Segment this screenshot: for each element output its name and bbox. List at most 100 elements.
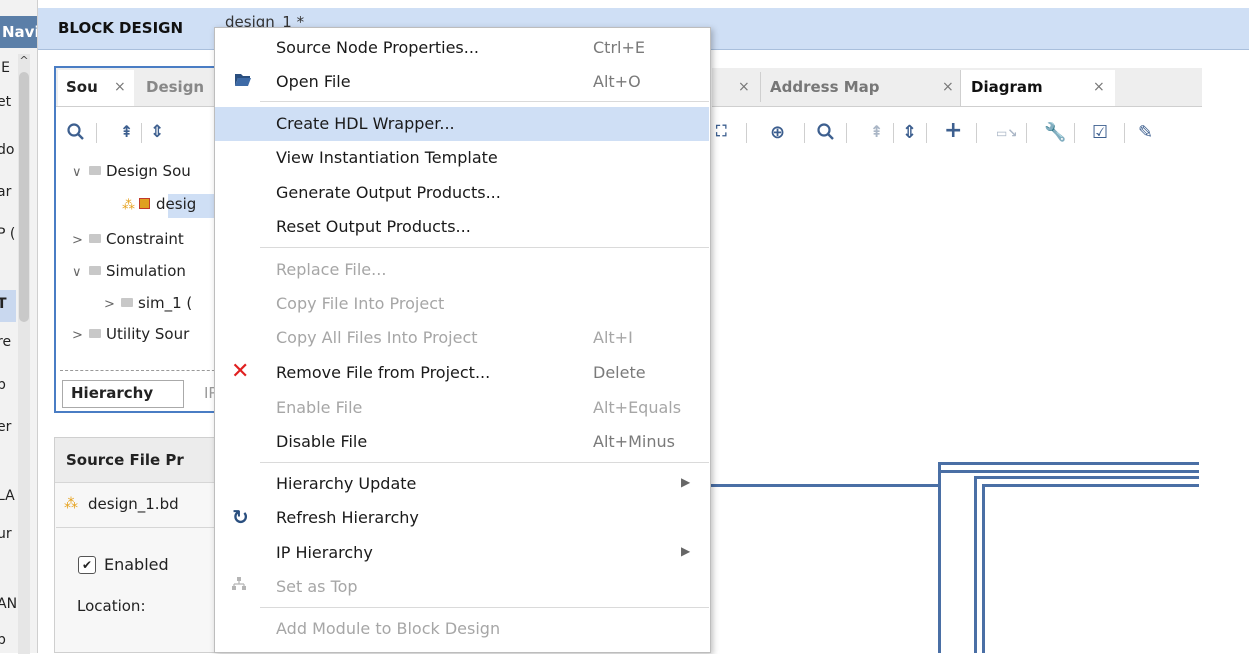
menu-separator: [260, 607, 709, 608]
divider: [56, 527, 227, 528]
menu-item-create-hdl-wrapper[interactable]: Create HDL Wrapper...: [215, 107, 709, 141]
remove-x-icon: ✕: [231, 359, 250, 384]
expand-all-icon[interactable]: ⇕: [150, 122, 164, 142]
menu-item-label: Reset Output Products...: [276, 217, 471, 236]
menu-item-hierarchy-update[interactable]: Hierarchy Update ▶: [215, 467, 709, 501]
menu-item-ip-hierarchy[interactable]: IP Hierarchy ▶: [215, 536, 709, 570]
menu-item-label: Create HDL Wrapper...: [276, 114, 455, 133]
add-ip-icon[interactable]: +: [944, 118, 962, 143]
toolbar-separator: [746, 123, 747, 143]
validate-design-icon[interactable]: ☑: [1092, 122, 1108, 143]
diagram-net-wire[interactable]: [974, 476, 1199, 479]
tab-close-icon[interactable]: ×: [1093, 79, 1105, 95]
menu-item-copy-file-into-project[interactable]: Copy File Into Project: [215, 287, 709, 321]
toolbar-separator: [926, 123, 927, 143]
tree-item-label: desig: [156, 195, 197, 213]
folder-open-icon: [234, 71, 252, 92]
toolbar-separator: [804, 123, 805, 143]
chevron-right-icon[interactable]: >: [104, 297, 118, 312]
menu-item-label: Copy File Into Project: [276, 294, 445, 313]
tab-address-map[interactable]: Address Map: [770, 78, 880, 96]
folder-icon: [121, 298, 133, 307]
tab-close-icon[interactable]: ×: [738, 79, 750, 95]
menu-separator: [260, 247, 709, 248]
diagram-net-wire[interactable]: [982, 484, 985, 653]
menu-item-label: Set as Top: [276, 577, 358, 596]
menu-item-add-module-to-block-design[interactable]: Add Module to Block Design: [215, 612, 709, 646]
scroll-up-arrow-icon[interactable]: ^: [19, 54, 29, 68]
zoom-search-icon[interactable]: [816, 122, 836, 147]
menu-item-enable-file[interactable]: Enable File Alt+Equals: [215, 391, 709, 425]
tree-item-label: sim_1 (: [138, 294, 193, 312]
menu-item-source-node-properties[interactable]: Source Node Properties... Ctrl+E: [215, 31, 709, 65]
submenu-arrow-icon: ▶: [681, 475, 691, 489]
chevron-right-icon[interactable]: >: [72, 328, 86, 343]
refresh-icon: ↻: [232, 505, 249, 529]
menu-item-disable-file[interactable]: Disable File Alt+Minus: [215, 425, 709, 459]
block-design-title: BLOCK DESIGN: [58, 19, 184, 37]
tab-hierarchy-label[interactable]: Hierarchy: [71, 384, 153, 402]
menu-item-shortcut: Delete: [593, 363, 646, 382]
tab-separator: [760, 72, 761, 102]
menu-item-reset-output-products[interactable]: Reset Output Products...: [215, 210, 709, 244]
tree-item-label: Utility Sour: [106, 325, 190, 343]
folder-icon: [89, 329, 101, 338]
chevron-right-icon[interactable]: >: [72, 233, 86, 248]
menu-item-label: Enable File: [276, 398, 363, 417]
tab-sources-label[interactable]: Sou: [66, 78, 98, 96]
add-port-icon[interactable]: ▭↘: [996, 126, 1017, 140]
folder-icon: [89, 266, 101, 275]
tree-item-simulation-sources[interactable]: ∨ Simulation: [72, 262, 186, 280]
diagram-net-wire[interactable]: [974, 476, 977, 653]
target-icon[interactable]: ⊕: [770, 122, 785, 143]
chevron-down-icon[interactable]: ∨: [72, 265, 86, 280]
menu-item-refresh-hierarchy[interactable]: ↻ Refresh Hierarchy: [215, 501, 709, 535]
expand-all-icon[interactable]: ⇕: [902, 122, 917, 143]
menu-item-label: Replace File...: [276, 260, 387, 279]
tab-close-icon[interactable]: ×: [942, 79, 954, 95]
folder-icon: [89, 166, 101, 175]
tree-item-design-1[interactable]: ⁂ desig: [122, 195, 196, 213]
menu-item-label: Hierarchy Update: [276, 474, 417, 493]
fit-selection-icon[interactable]: ⛶: [716, 122, 727, 140]
wrench-icon[interactable]: 🔧: [1044, 122, 1066, 143]
enabled-checkbox[interactable]: ✔: [78, 556, 96, 574]
pin-icon[interactable]: ✎: [1138, 122, 1153, 143]
menu-item-generate-output-products[interactable]: Generate Output Products...: [215, 176, 709, 210]
diagram-net-wire[interactable]: [938, 470, 1199, 473]
menu-item-label: Copy All Files Into Project: [276, 328, 478, 347]
tree-item-constraints[interactable]: > Constraint: [72, 230, 184, 248]
menu-item-remove-file-from-project[interactable]: ✕ Remove File from Project... Delete: [215, 356, 709, 390]
tree-item-utility-sources[interactable]: > Utility Sour: [72, 325, 189, 343]
divider: [60, 370, 225, 371]
diagram-net-wire[interactable]: [710, 484, 940, 487]
folder-icon: [89, 234, 101, 243]
properties-file-name: design_1.bd: [88, 495, 179, 513]
menu-item-label: Generate Output Products...: [276, 183, 501, 202]
menu-item-view-instantiation-template[interactable]: View Instantiation Template: [215, 141, 709, 175]
chevron-down-icon[interactable]: ∨: [72, 165, 86, 180]
menu-item-shortcut: Alt+I: [593, 328, 633, 347]
menu-item-copy-all-files-into-project[interactable]: Copy All Files Into Project Alt+I: [215, 321, 709, 355]
menu-item-label: Open File: [276, 72, 351, 91]
menu-item-replace-file[interactable]: Replace File...: [215, 253, 709, 287]
menu-item-open-file[interactable]: Open File Alt+O: [215, 65, 709, 99]
diagram-net-wire[interactable]: [982, 484, 1199, 487]
collapse-all-icon[interactable]: ⇞: [120, 122, 133, 141]
tree-item-design-sources[interactable]: ∨ Design Sou: [72, 162, 191, 180]
tab-close-icon[interactable]: ×: [114, 79, 126, 95]
tree-item-sim-1[interactable]: > sim_1 (: [104, 294, 192, 312]
toolbar-separator: [1026, 123, 1027, 143]
search-icon[interactable]: [66, 122, 86, 147]
tab-diagram-label[interactable]: Diagram: [971, 78, 1043, 96]
block-design-icon: ⁂: [122, 198, 135, 213]
tab-design[interactable]: Design: [146, 78, 204, 96]
scrollbar-thumb[interactable]: [19, 72, 29, 322]
menu-item-label: Source Node Properties...: [276, 38, 479, 57]
diagram-net-wire[interactable]: [938, 462, 1199, 465]
toolbar-separator: [1124, 123, 1125, 143]
collapse-all-icon[interactable]: ⇞: [870, 122, 883, 141]
menu-item-set-as-top[interactable]: Set as Top: [215, 570, 709, 604]
bd-file-icon: [139, 198, 150, 209]
diagram-net-wire[interactable]: [938, 462, 941, 653]
